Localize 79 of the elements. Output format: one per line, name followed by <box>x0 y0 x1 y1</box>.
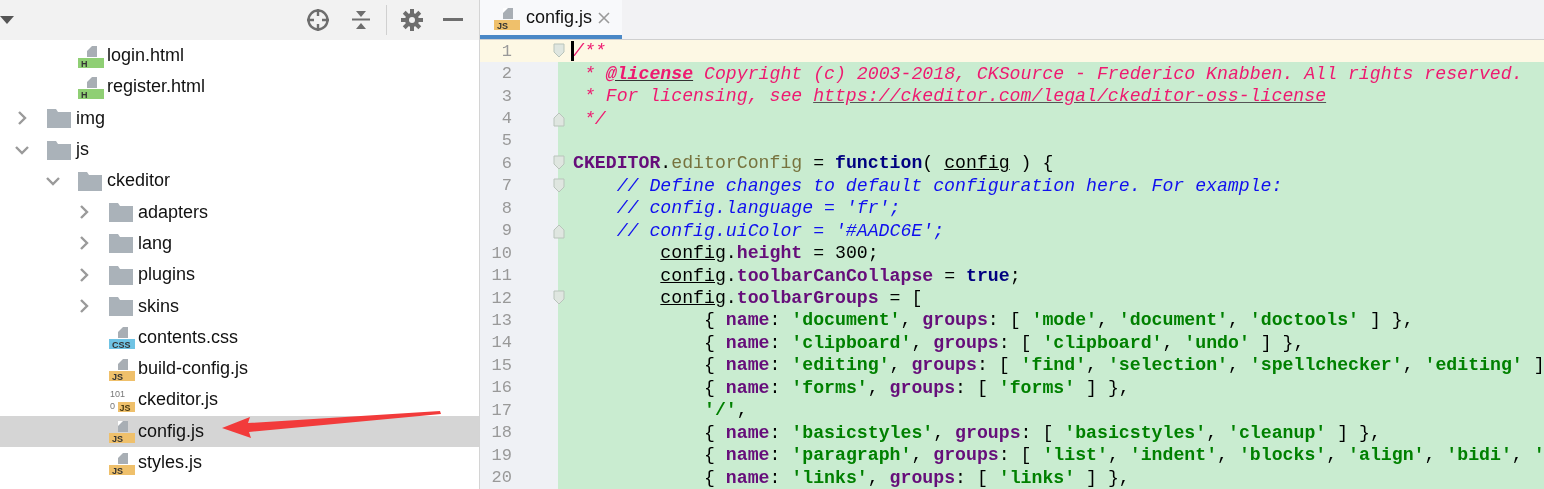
code-line: { name: 'basicstyles', groups: [ 'basicstyles', 'cleanup' ] }, <box>703 422 1381 443</box>
tree-item[interactable]: img <box>0 102 479 134</box>
close-icon[interactable] <box>598 11 611 24</box>
folder-icon <box>47 139 71 160</box>
line-number: 2 <box>500 64 512 84</box>
tree-item[interactable]: lang <box>0 227 479 260</box>
folder-icon <box>78 170 102 191</box>
line-number: 5 <box>500 131 512 151</box>
tree-item[interactable]: JS build-config.js <box>0 352 479 385</box>
tree-item[interactable]: adapters <box>0 196 479 228</box>
tree-item[interactable]: JS config.js <box>0 415 479 447</box>
line-number: 3 <box>500 86 512 106</box>
chevron-right-icon[interactable] <box>15 111 29 126</box>
folder-icon <box>47 108 71 129</box>
code-line: config.height = 300; <box>659 243 879 264</box>
code-line: // Define changes to default configuration here. For example: <box>615 175 1283 196</box>
code-line: config.toolbarCanCollapse = true; <box>659 265 1021 286</box>
line-number: 6 <box>500 153 512 173</box>
tree-item[interactable]: js <box>0 133 479 166</box>
code-line: { name: 'clipboard', groups: [ 'clipboard', 'undo' ] }, <box>703 332 1305 353</box>
code-line: { name: 'links', groups: [ 'links' ] }, <box>703 467 1130 488</box>
folder-icon <box>109 296 133 316</box>
line-number: 11 <box>490 266 512 286</box>
tree-item[interactable]: plugins <box>0 259 479 291</box>
chevron-right-icon[interactable] <box>77 236 91 251</box>
fold-marker-icon[interactable] <box>553 222 565 239</box>
code-line: /** <box>573 41 606 62</box>
settings-icon[interactable] <box>401 9 423 31</box>
tree-item[interactable]: H login.html <box>0 40 479 72</box>
tree-item[interactable]: JS styles.js <box>0 446 479 479</box>
chevron-right-icon[interactable] <box>77 267 91 282</box>
line-number: 17 <box>490 400 512 420</box>
folder-icon <box>109 233 133 254</box>
fold-marker-icon[interactable] <box>553 290 565 307</box>
line-number: 19 <box>490 445 512 465</box>
line-number: 1 <box>500 41 512 61</box>
line-number: 13 <box>490 310 512 330</box>
line-number: 4 <box>500 109 512 129</box>
code-line: { name: 'paragraph', groups: [ 'list', 'indent', 'blocks', 'align', 'bidi', ' <box>703 445 1544 466</box>
fold-marker-icon[interactable] <box>553 43 565 60</box>
collapse-icon[interactable] <box>350 9 372 31</box>
minimize-icon[interactable] <box>443 18 463 22</box>
text-caret <box>571 41 574 61</box>
code-line: // config.uiColor = '#AADC6E'; <box>615 220 945 241</box>
fold-marker-icon[interactable] <box>553 177 565 194</box>
editor-tab[interactable]: JS config.js <box>480 0 623 39</box>
code-line: { name: 'document', groups: [ 'mode', 'document', 'doctools' ] }, <box>703 310 1414 331</box>
fold-marker-icon[interactable] <box>553 155 565 172</box>
code-line: { name: 'editing', groups: [ 'find', 'selection', 'spellchecker', 'editing' ] <box>703 355 1544 376</box>
chevron-right-icon[interactable] <box>77 299 91 313</box>
dropdown-caret-icon[interactable] <box>0 16 14 24</box>
code-line: config.toolbarGroups = [ <box>659 288 923 309</box>
folder-icon <box>109 264 133 285</box>
code-line: CKEDITOR.editorConfig = function( config ) { <box>573 153 1054 174</box>
code-line: */ <box>582 108 606 129</box>
line-number: 20 <box>490 468 512 488</box>
line-number: 15 <box>490 355 512 375</box>
line-number: 14 <box>490 333 512 353</box>
tree-item[interactable]: 101 0 JS ckeditor.js <box>0 384 479 416</box>
code-line: // config.language = 'fr'; <box>615 198 901 219</box>
tree-item[interactable]: H register.html <box>0 71 479 103</box>
line-number: 7 <box>500 176 512 196</box>
code-line: { name: 'forms', groups: [ 'forms' ] }, <box>703 377 1130 398</box>
line-number: 8 <box>500 198 512 218</box>
chevron-right-icon[interactable] <box>77 205 91 220</box>
line-number: 9 <box>500 221 512 241</box>
line-number: 16 <box>490 378 512 398</box>
code-line: * For licensing, see https://ckeditor.com/legal/ckeditor-oss-license <box>582 86 1327 107</box>
tree-item[interactable]: ckeditor <box>0 165 479 197</box>
code-line: '/', <box>703 400 748 421</box>
tree-item[interactable]: skins <box>0 290 479 322</box>
tree-item[interactable]: CSS contents.css <box>0 321 479 353</box>
crosshair-icon[interactable] <box>306 8 330 32</box>
code-line: * @license Copyright (c) 2003-2018, CKSource - Frederico Knabben. All rights reserved. <box>582 63 1523 84</box>
line-number: 10 <box>490 243 512 263</box>
folder-icon <box>109 202 133 223</box>
line-number: 18 <box>490 423 512 443</box>
fold-marker-icon[interactable] <box>553 110 565 127</box>
line-number: 12 <box>490 288 512 308</box>
